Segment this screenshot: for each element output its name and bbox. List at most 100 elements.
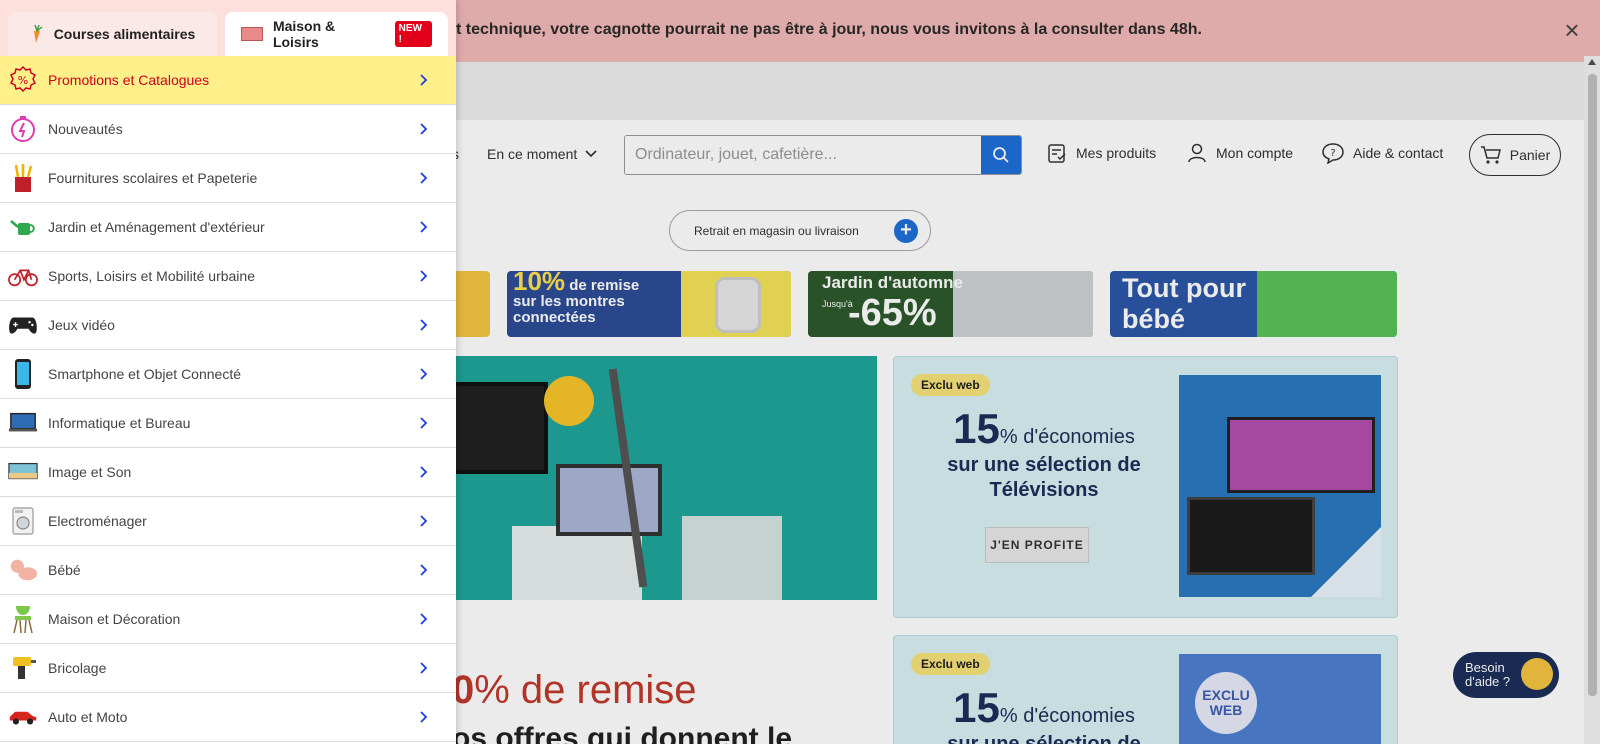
mon-compte-label: Mon compte <box>1216 145 1294 161</box>
help-chat-button[interactable]: Besoin d'aide ? <box>1453 652 1559 698</box>
sidebar-item-sports[interactable]: Sports, Loisirs et Mobilité urbaine <box>0 252 456 301</box>
banner-montres-line2: sur les montres <box>513 293 625 310</box>
hero-banner-image[interactable] <box>452 356 877 600</box>
plus-icon: + <box>894 218 918 243</box>
sidebar-item-label: Electroménager <box>48 513 147 529</box>
sidebar-item-bebe[interactable]: Bébé <box>0 546 456 595</box>
user-icon <box>1188 143 1206 163</box>
mes-produits-link[interactable]: Mes produits <box>1046 142 1156 164</box>
jen-profite-button[interactable]: J'EN PROFITE <box>985 527 1089 563</box>
sidebar-item-maison-decoration[interactable]: Maison et Décoration <box>0 595 456 644</box>
exclu-web-badge: Exclu web <box>911 374 990 396</box>
promo-card-televisions[interactable]: Exclu web 15% d'économies sur une sélect… <box>893 356 1398 618</box>
clipboard-check-icon <box>1048 144 1066 163</box>
help-chat-line2: d'aide ? <box>1465 674 1511 689</box>
banner-bebe[interactable]: Tout pour bébé <box>1110 271 1397 337</box>
banner-montres[interactable]: 10% de remise sur les montres connectées <box>507 271 791 337</box>
sidebar-item-label: Bricolage <box>48 660 107 676</box>
sidebar-item-label: Auto et Moto <box>48 709 128 725</box>
podium-cube <box>682 516 782 600</box>
laptop-icon <box>8 408 38 438</box>
carrot-icon <box>33 24 43 43</box>
gamepad-icon <box>8 310 38 340</box>
banner-jardin[interactable]: Jardin d'automne Jusqu'à -65% <box>808 271 1093 337</box>
sidebar-item-jeux-video[interactable]: Jeux vidéo <box>0 301 456 350</box>
banner-montres-rest: de remise <box>565 277 640 294</box>
category-sidebar: Courses alimentaires Maison & Loisirs NE… <box>0 0 456 744</box>
search-button[interactable] <box>981 136 1021 174</box>
promo-line1: sur une sélection de <box>947 733 1141 744</box>
scrollbar[interactable] <box>1584 56 1600 744</box>
cart-button[interactable]: Panier <box>1469 134 1561 176</box>
car-icon <box>8 702 38 732</box>
laptop-image <box>556 464 662 536</box>
tab-maison-loisirs[interactable]: Maison & Loisirs NEW ! <box>225 12 448 56</box>
banner-montres-line3: connectées <box>513 309 596 326</box>
nav-en-ce-moment[interactable]: En ce moment <box>487 146 597 162</box>
sidebar-item-label: Fournitures scolaires et Papeterie <box>48 170 258 186</box>
washing-machine-icon <box>8 506 38 536</box>
chevron-down-icon <box>585 150 597 158</box>
retrait-label: Retrait en magasin ou livraison <box>694 223 859 238</box>
banner-bebe-bg <box>1257 271 1397 337</box>
samsung-tv-image <box>1179 375 1381 597</box>
stopwatch-icon <box>8 114 38 144</box>
scroll-thumb[interactable] <box>1588 74 1597 696</box>
sidebar-item-image-son[interactable]: Image et Son <box>0 448 456 497</box>
chevron-right-icon <box>418 319 430 331</box>
svg-text:?: ? <box>1330 148 1335 159</box>
sidebar-item-informatique[interactable]: Informatique et Bureau <box>0 399 456 448</box>
sidebar-item-auto-moto[interactable]: Auto et Moto <box>0 693 456 742</box>
tab-maison-label: Maison & Loisirs <box>272 18 336 50</box>
chevron-right-icon <box>418 368 430 380</box>
promo-card-exclu[interactable]: Exclu web 15% d'économies sur une sélect… <box>893 635 1398 744</box>
tv-image <box>452 382 548 474</box>
promo-text: 15% d'économies sur une sélection de Tél… <box>944 405 1144 503</box>
chevron-right-icon <box>418 221 430 233</box>
sidebar-item-label: Jeux vidéo <box>48 317 115 333</box>
promo-number: 15 <box>953 405 1000 452</box>
sidebar-item-promotions[interactable]: % Promotions et Catalogues <box>0 56 456 105</box>
chair-icon <box>8 604 38 634</box>
close-icon[interactable]: × <box>1559 17 1585 44</box>
tv-image <box>1187 497 1315 575</box>
sidebar-item-smartphone[interactable]: Smartphone et Objet Connecté <box>0 350 456 399</box>
sidebar-item-label: Sports, Loisirs et Mobilité urbaine <box>48 268 255 284</box>
banner-partial[interactable] <box>452 271 490 337</box>
chevron-right-icon <box>418 270 430 282</box>
tab-courses-label: Courses alimentaires <box>53 26 196 42</box>
tv-icon <box>241 27 263 41</box>
hero-remise-text: 0% de remise <box>452 668 697 713</box>
exclu-web-circle: EXCLU WEB <box>1195 672 1257 734</box>
mes-produits-label: Mes produits <box>1076 145 1157 161</box>
tab-courses-alimentaires[interactable]: Courses alimentaires <box>8 12 217 56</box>
banner-jardin-pct: -65% <box>848 292 937 334</box>
promo-number: 15 <box>953 684 1000 731</box>
search-icon <box>993 147 1009 163</box>
tv-image <box>1227 417 1375 493</box>
baby-icon <box>8 555 38 585</box>
scroll-up-arrow-icon[interactable] <box>1588 59 1596 65</box>
sidebar-item-electromenager[interactable]: Electroménager <box>0 497 456 546</box>
watering-can-icon <box>8 212 38 242</box>
promo-pct: % d'économies <box>999 426 1135 448</box>
chevron-right-icon <box>418 417 430 429</box>
sidebar-item-jardin[interactable]: Jardin et Aménagement d'extérieur <box>0 203 456 252</box>
chevron-right-icon <box>418 74 430 86</box>
sidebar-item-label: Bébé <box>48 562 81 578</box>
sidebar-item-bricolage[interactable]: Bricolage <box>0 644 456 693</box>
chevron-right-icon <box>418 515 430 527</box>
aide-contact-label: Aide & contact <box>1353 145 1444 161</box>
category-list: % Promotions et Catalogues Nouveautés Fo… <box>0 56 456 742</box>
search-input[interactable] <box>625 136 981 174</box>
sidebar-tabs: Courses alimentaires Maison & Loisirs NE… <box>0 0 456 56</box>
aide-contact-link[interactable]: ? Aide & contact <box>1321 142 1443 164</box>
sidebar-item-fournitures[interactable]: Fournitures scolaires et Papeterie <box>0 154 456 203</box>
pencil-cup-icon <box>8 163 38 193</box>
decor-triangle <box>1311 527 1381 597</box>
sidebar-item-nouveautes[interactable]: Nouveautés <box>0 105 456 154</box>
exclu-web-image: EXCLU WEB <box>1179 654 1381 744</box>
retrait-selector[interactable]: Retrait en magasin ou livraison + <box>669 210 931 251</box>
promo-line2: Télévisions <box>989 479 1099 501</box>
mon-compte-link[interactable]: Mon compte <box>1186 142 1293 164</box>
